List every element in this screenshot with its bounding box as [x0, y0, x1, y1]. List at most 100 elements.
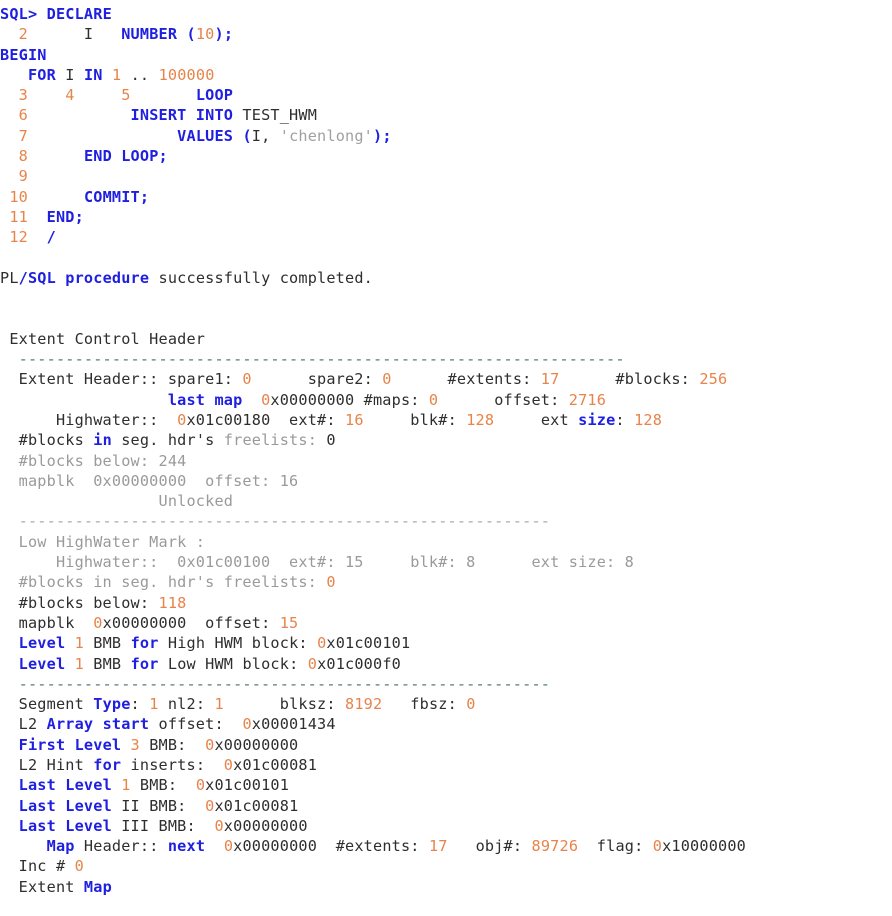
sqlplus-terminal-output[interactable]: SQL> DECLARE 2 I NUMBER (10); BEGIN FOR I… [0, 0, 892, 916]
pl-sql-code-block: SQL> DECLARE 2 I NUMBER (10); BEGIN FOR I… [0, 0, 892, 288]
text-token: Map [46, 837, 75, 856]
line-8-endloop: 8 END LOOP; [0, 146, 892, 166]
text-token: BMB: [130, 776, 196, 795]
text-token: 11 [9, 207, 28, 226]
text-token: #extents: [391, 370, 541, 389]
text-token: ext#: [270, 410, 345, 429]
line-declare: SQL> DECLARE [0, 4, 892, 24]
text-token: END LOOP; [83, 147, 168, 166]
text-token: spare2: [251, 370, 383, 389]
separator-2: ----------------------------------------… [0, 511, 892, 531]
text-token: Extent Control Header [0, 329, 206, 348]
text-token: offset: [149, 715, 243, 734]
text-token: for [93, 755, 122, 774]
text-token: / [18, 268, 28, 287]
text-token: 3 [18, 86, 28, 105]
line-7-values: 7 VALUES (I, 'chenlong'); [0, 126, 892, 146]
text-token: Header:: [74, 837, 168, 856]
line-inc: Inc # 0 [0, 856, 892, 876]
text-token: 0 [326, 573, 336, 592]
text-token: 128 [466, 410, 495, 429]
text-token: next [167, 837, 206, 856]
line-mapblk-high: mapblk 0x00000000 offset: 16 [0, 471, 892, 491]
text-token: x00000000 [233, 837, 318, 856]
text-token: #blocks in seg. hdr's freelists: [0, 573, 327, 592]
text-token: 1 [74, 634, 84, 653]
text-token: INSERT INTO [130, 106, 234, 125]
text-token: 'chenlong' [279, 126, 374, 145]
text-token: x01c000f0 [317, 654, 401, 673]
text-token: 0 [382, 370, 392, 389]
text-token: Last Level [18, 816, 112, 835]
text-token: 6 [18, 106, 28, 125]
text-token: 0 [261, 390, 271, 409]
line-12-slash: 12 / [0, 227, 892, 247]
text-token: 0 [93, 613, 103, 632]
text-token: ext [494, 410, 579, 429]
text-token: 0 [307, 654, 318, 673]
text-token: size [578, 410, 616, 429]
text-token: Segment [0, 695, 94, 714]
text-token: 0 [317, 634, 327, 653]
text-token: 17 [540, 370, 560, 389]
text-token: : [615, 410, 635, 429]
text-token: 7 [18, 126, 28, 145]
text-token: ( [242, 126, 252, 145]
text-token: Type [93, 695, 131, 714]
line-highwater-high: Highwater:: 0x01c00180 ext#: 16 blk#: 12… [0, 410, 892, 430]
text-token: 0 [242, 370, 252, 389]
separator-3: ----------------------------------------… [0, 674, 892, 694]
line-blocks-freelists-low: #blocks in seg. hdr's freelists: 0 [0, 572, 892, 592]
line-for: FOR I IN 1 .. 100000 [0, 65, 892, 85]
line-begin: BEGIN [0, 45, 892, 65]
line-highwater-low: Highwater:: 0x01c00100 ext#: 15 blk#: 8 … [0, 552, 892, 572]
line-level1-low-hwm: Level 1 BMB for Low HWM block: 0x01c000f… [0, 654, 892, 674]
text-token: blksz: [223, 695, 346, 714]
text-token: 0 [223, 755, 234, 774]
text-token: x10000000 [662, 837, 746, 856]
text-token: III BMB: [111, 816, 215, 835]
line-extent-header: Extent Header:: spare1: 0 spare2: 0 #ext… [0, 369, 892, 389]
text-token: #blocks below: 244 [0, 451, 187, 470]
text-token: 4 [65, 86, 75, 105]
text-token: Last Level [18, 796, 112, 815]
text-token: 2 [18, 25, 28, 44]
text-token: PL [0, 268, 19, 287]
line-6-insert: 6 INSERT INTO TEST_HWM [0, 105, 892, 125]
text-token: mapblk [0, 613, 94, 632]
text-token: inserts: [121, 755, 224, 774]
text-token: x00000000 offset: [102, 613, 280, 632]
text-token: freelists: [223, 431, 327, 450]
text-token: x01c00081 [214, 796, 299, 815]
text-token: BMB: [139, 735, 206, 754]
text-token: ----------------------------------------… [0, 674, 551, 693]
line-blocks-below-high: #blocks below: 244 [0, 451, 892, 471]
line-last-level-1-bmb: Last Level 1 BMB: 0x01c00101 [0, 775, 892, 795]
text-token: #blocks [0, 431, 94, 450]
text-token: 1 [214, 695, 224, 714]
text-token: SQL> [0, 5, 38, 23]
text-token: 1 [111, 65, 122, 84]
text-token: 0 [223, 837, 234, 856]
text-token: 0 [74, 857, 84, 876]
text-token: fbsz: [382, 695, 467, 714]
text-token: x01c00101 [326, 634, 411, 653]
